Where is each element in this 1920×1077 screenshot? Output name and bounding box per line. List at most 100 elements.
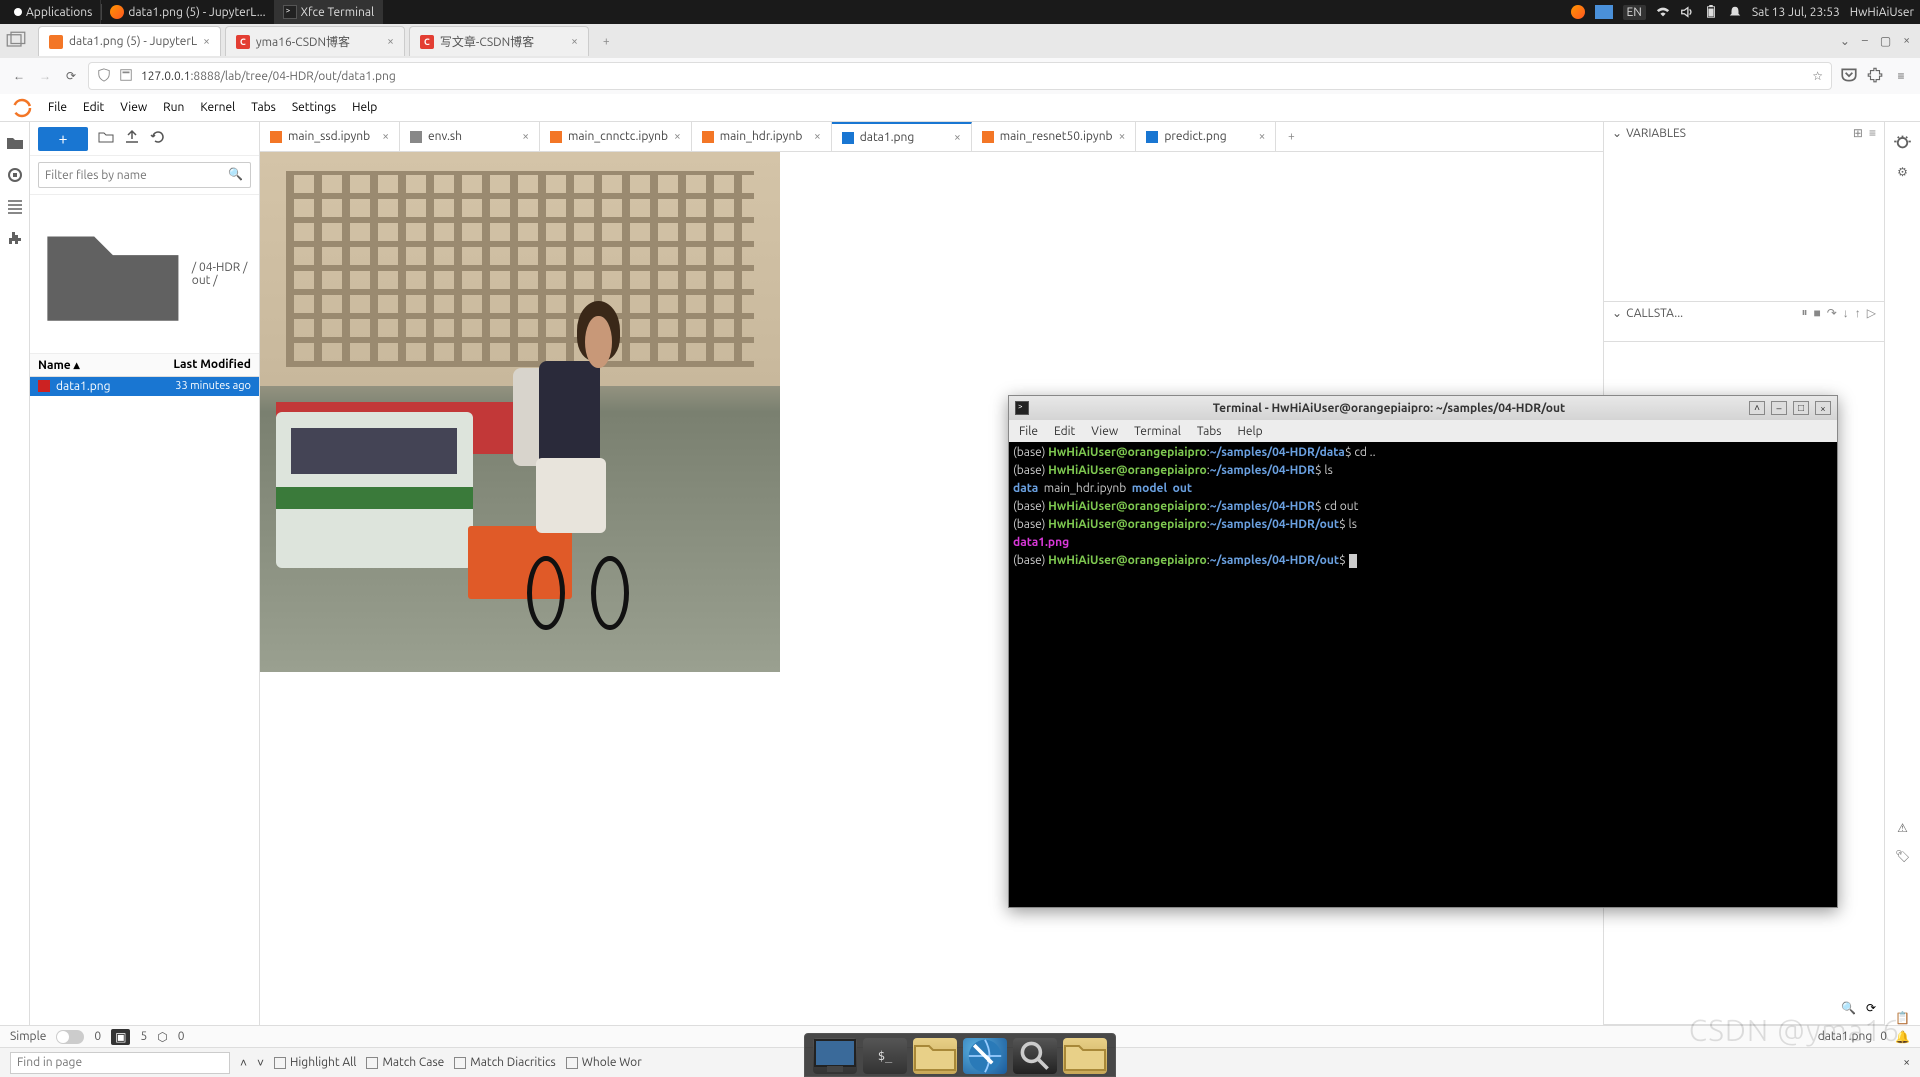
- file-row[interactable]: data1.png 33 minutes ago: [30, 377, 259, 396]
- close-findbar-icon[interactable]: ×: [1903, 1056, 1910, 1069]
- folder-icon[interactable]: [6, 134, 24, 152]
- clock[interactable]: Sat 13 Jul, 23:53: [1752, 6, 1840, 19]
- menu-view[interactable]: View: [120, 101, 147, 114]
- document-tab[interactable]: data1.png×: [832, 122, 972, 151]
- menu-run[interactable]: Run: [163, 101, 184, 114]
- term-menu-help[interactable]: Help: [1237, 425, 1262, 438]
- language-indicator[interactable]: EN: [1623, 5, 1646, 20]
- find-input[interactable]: [10, 1052, 230, 1074]
- close-icon[interactable]: ×: [382, 130, 389, 143]
- forward-button[interactable]: →: [36, 69, 54, 83]
- user-label[interactable]: HwHiAiUser: [1850, 6, 1914, 19]
- match-case-checkbox[interactable]: Match Case: [366, 1056, 444, 1069]
- menu-edit[interactable]: Edit: [83, 101, 104, 114]
- simple-toggle[interactable]: [56, 1030, 84, 1044]
- taskbar-item-firefox[interactable]: data1.png (5) - JupyterL...: [102, 0, 274, 24]
- close-icon[interactable]: ×: [954, 131, 961, 144]
- add-tab-button[interactable]: +: [1276, 122, 1306, 151]
- close-icon[interactable]: ×: [674, 130, 681, 143]
- stop-icon[interactable]: ■: [1813, 306, 1820, 320]
- settings-gear-icon[interactable]: ⚙: [1897, 165, 1908, 179]
- reload-button[interactable]: ⟳: [62, 69, 80, 83]
- terminal-count-icon[interactable]: ▣: [111, 1029, 130, 1045]
- browser-tab-jupyter[interactable]: data1.png (5) - JupyterL ×: [38, 26, 221, 56]
- new-folder-icon[interactable]: [98, 129, 114, 148]
- breadcrumb[interactable]: / 04-HDR / out /: [30, 195, 259, 354]
- document-tab[interactable]: main_ssd.ipynb×: [260, 122, 400, 151]
- firefox-tray-icon[interactable]: [1571, 5, 1585, 19]
- match-diacritics-checkbox[interactable]: Match Diacritics: [454, 1056, 556, 1069]
- whole-words-checkbox[interactable]: Whole Wor: [566, 1056, 642, 1069]
- term-menu-edit[interactable]: Edit: [1054, 425, 1075, 438]
- kernel-icon[interactable]: ⬡: [157, 1030, 167, 1044]
- pocket-icon[interactable]: [1840, 66, 1858, 87]
- chevron-down-icon[interactable]: ⌄: [1612, 306, 1622, 320]
- step-over-icon[interactable]: ↷: [1827, 306, 1837, 320]
- close-icon[interactable]: ×: [814, 130, 821, 143]
- close-button[interactable]: ×: [1815, 401, 1831, 415]
- tree-view-icon[interactable]: ⊞: [1853, 126, 1863, 140]
- extension-icon[interactable]: [6, 230, 24, 248]
- step-out-icon[interactable]: ↑: [1855, 306, 1861, 320]
- document-tab[interactable]: main_resnet50.ipynb×: [972, 122, 1137, 151]
- close-icon[interactable]: ×: [1119, 130, 1126, 143]
- close-window-icon[interactable]: ×: [1903, 34, 1910, 48]
- dock-desktop-icon[interactable]: [813, 1038, 857, 1074]
- browser-tab-csdn1[interactable]: C yma16-CSDN博客 ×: [225, 26, 405, 56]
- files-tray-icon[interactable]: [1595, 5, 1613, 19]
- callstack-header[interactable]: CALLSTA...: [1626, 307, 1683, 320]
- document-tab[interactable]: main_hdr.ipynb×: [692, 122, 832, 151]
- refresh-icon[interactable]: [150, 129, 166, 148]
- upload-icon[interactable]: [124, 129, 140, 148]
- dock-files-icon[interactable]: [913, 1038, 957, 1074]
- menu-tabs[interactable]: Tabs: [251, 101, 276, 114]
- close-icon[interactable]: ×: [203, 35, 210, 48]
- dock-search-icon[interactable]: [1013, 1038, 1057, 1074]
- back-button[interactable]: ←: [10, 69, 28, 83]
- bug-icon[interactable]: [1893, 132, 1912, 151]
- taskbar-item-terminal[interactable]: Xfce Terminal: [275, 0, 384, 24]
- maximize-button[interactable]: □: [1793, 401, 1809, 415]
- wifi-icon[interactable]: [1656, 5, 1670, 19]
- dock-browser-icon[interactable]: [963, 1038, 1007, 1074]
- pause-icon[interactable]: ⏸: [1801, 306, 1807, 320]
- document-tab[interactable]: predict.png×: [1136, 122, 1276, 151]
- new-window-icon[interactable]: [6, 31, 26, 51]
- menu-help[interactable]: Help: [352, 101, 377, 114]
- term-menu-terminal[interactable]: Terminal: [1134, 425, 1181, 438]
- applications-menu[interactable]: Applications: [6, 0, 101, 24]
- document-tab[interactable]: main_cnnctc.ipynb×: [540, 122, 692, 151]
- term-menu-view[interactable]: View: [1091, 425, 1118, 438]
- new-launcher-button[interactable]: +: [38, 127, 88, 151]
- warning-icon[interactable]: ⚠: [1897, 821, 1908, 835]
- find-next-icon[interactable]: ˅: [257, 1056, 264, 1070]
- terminal-body[interactable]: (base) HwHiAiUser@orangepiaipro:~/sample…: [1009, 442, 1837, 907]
- continue-icon[interactable]: ▷: [1867, 306, 1876, 320]
- variables-header[interactable]: VARIABLES: [1626, 127, 1686, 140]
- close-icon[interactable]: ×: [522, 130, 529, 143]
- table-view-icon[interactable]: ≡: [1869, 126, 1876, 140]
- dock-terminal-icon[interactable]: $_: [863, 1038, 907, 1074]
- close-icon[interactable]: ×: [387, 35, 394, 48]
- browser-tab-csdn2[interactable]: C 写文章-CSDN博客 ×: [409, 26, 589, 56]
- menu-settings[interactable]: Settings: [292, 101, 336, 114]
- col-modified[interactable]: Last Modified: [173, 358, 251, 372]
- volume-icon[interactable]: [1680, 5, 1694, 19]
- new-tab-button[interactable]: +: [593, 35, 620, 48]
- filter-files-input[interactable]: [38, 162, 251, 188]
- dock-home-icon[interactable]: [1063, 1038, 1107, 1074]
- running-icon[interactable]: [6, 166, 24, 184]
- url-input[interactable]: 127.0.0.1:8888/lab/tree/04-HDR/out/data1…: [88, 62, 1832, 90]
- term-menu-file[interactable]: File: [1019, 425, 1038, 438]
- term-menu-tabs[interactable]: Tabs: [1197, 425, 1222, 438]
- tag-icon[interactable]: 🏷: [1895, 849, 1910, 863]
- maximize-icon[interactable]: ▢: [1880, 34, 1891, 48]
- notifications-icon[interactable]: [1728, 5, 1742, 19]
- find-prev-icon[interactable]: ˄: [240, 1056, 247, 1070]
- highlight-all-checkbox[interactable]: Highlight All: [274, 1056, 356, 1069]
- shade-button[interactable]: ˄: [1749, 401, 1765, 415]
- document-tab[interactable]: env.sh×: [400, 122, 540, 151]
- status-mode[interactable]: Simple: [10, 1030, 46, 1043]
- menu-file[interactable]: File: [48, 101, 67, 114]
- close-icon[interactable]: ×: [1259, 130, 1266, 143]
